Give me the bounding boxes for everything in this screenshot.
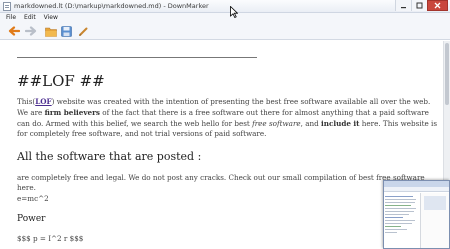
open-button[interactable]	[45, 25, 57, 37]
thumbnail-toolbar	[384, 187, 449, 192]
pencil-icon	[78, 27, 87, 36]
heading-1: ##LOF ##	[17, 72, 105, 90]
maximize-icon	[416, 2, 423, 9]
close-icon	[434, 2, 441, 9]
minimize-button[interactable]	[395, 0, 411, 11]
app-icon	[3, 2, 11, 11]
arrow-left-icon	[8, 26, 20, 36]
formula-text: e=mc^2	[17, 194, 49, 203]
folder-icon	[45, 27, 57, 37]
scrollbar-thumb[interactable]	[445, 43, 449, 105]
menu-file[interactable]: File	[6, 13, 16, 23]
forward-button[interactable]	[25, 25, 37, 37]
minimize-icon	[401, 7, 406, 9]
menu-view[interactable]: View	[44, 13, 58, 23]
close-button[interactable]	[427, 0, 448, 11]
window-controls	[395, 0, 448, 12]
toolbar	[0, 23, 450, 40]
menu-edit[interactable]: Edit	[24, 13, 36, 23]
window-title: markdowned.lt (D:\markup\markdowned.md) …	[14, 2, 209, 10]
edit-button[interactable]	[77, 25, 89, 37]
maximize-button[interactable]	[411, 0, 427, 11]
save-button[interactable]	[60, 25, 72, 37]
arrow-right-icon	[25, 26, 37, 36]
save-icon	[60, 25, 72, 37]
horizontal-rule	[17, 57, 257, 58]
second-paragraph: are completely free and legal. We do not…	[17, 173, 425, 192]
heading-3: Power	[17, 214, 46, 224]
formula-text-2: $$$ p = I^2 r $$$	[17, 234, 84, 243]
menu-bar: File Edit View	[0, 13, 450, 23]
title-bar: markdowned.lt (D:\markup\markdowned.md) …	[0, 0, 450, 13]
mouse-cursor-icon	[230, 6, 238, 18]
document-viewer[interactable]: ##LOF ## This(LOF) website was created w…	[0, 41, 443, 249]
thumbnail-image	[424, 196, 446, 210]
thumbnail-editor-pane	[385, 194, 418, 248]
lof-link[interactable]: LOF	[35, 97, 51, 106]
thumbnail-preview-pane	[420, 193, 449, 248]
window-thumbnail[interactable]	[383, 180, 450, 249]
intro-paragraph: This(LOF) website was created with the i…	[17, 97, 438, 139]
back-button[interactable]	[8, 25, 20, 37]
heading-2: All the software that are posted :	[17, 150, 202, 163]
